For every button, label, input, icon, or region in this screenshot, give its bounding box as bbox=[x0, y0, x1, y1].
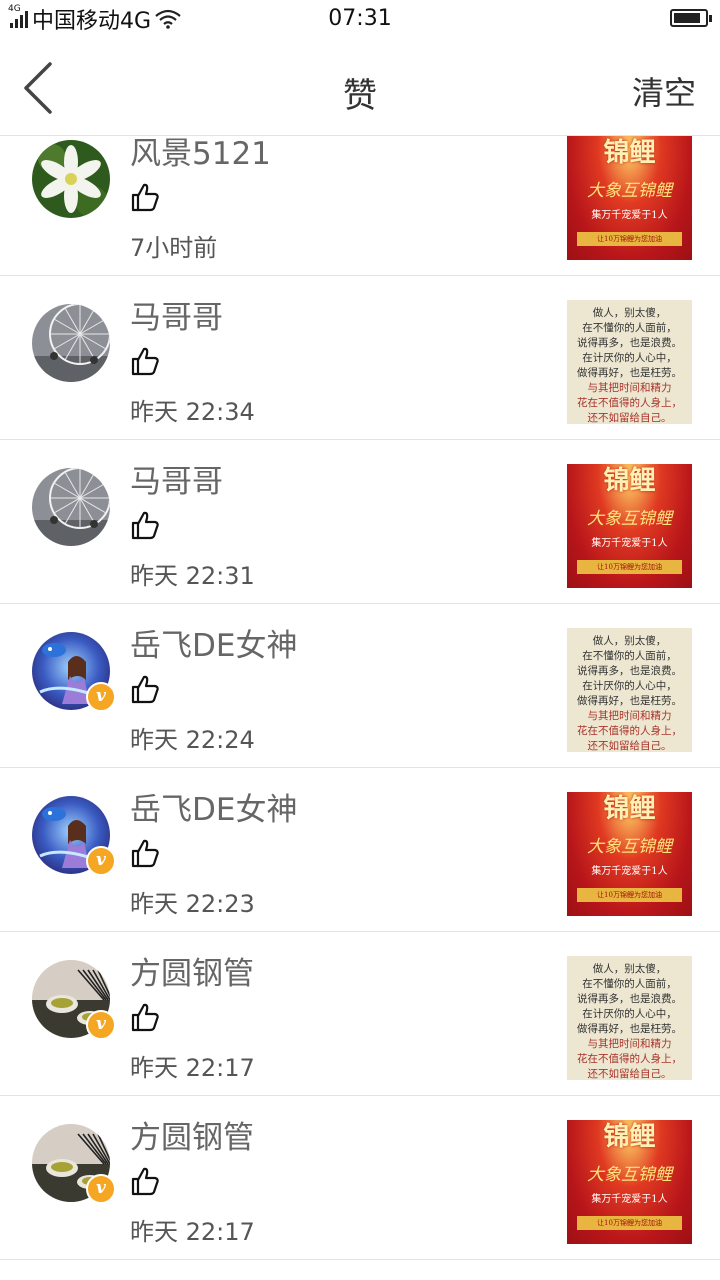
paper-card-line: 做人，别太傻， bbox=[592, 307, 667, 319]
paper-card-line: 在计厌你的人心中， bbox=[582, 352, 677, 364]
thumbs-up-icon bbox=[130, 510, 160, 540]
like-time: 昨天 22:17 bbox=[130, 1054, 255, 1082]
red-card-line-3: 集万千宠爱于1人 bbox=[591, 538, 668, 549]
red-card-line-2: 大象互锦鲤 bbox=[587, 837, 672, 857]
post-thumbnail-red-card[interactable]: 锦鲤大象互锦鲤集万千宠爱于1人让10万锦鲤为您加油 bbox=[567, 136, 692, 260]
paper-card-line: 花在不值得的人身上， bbox=[577, 1053, 682, 1065]
paper-card-line: 在不懂你的人面前， bbox=[582, 650, 677, 662]
like-row[interactable]: v 岳飞DE女神昨天 22:23 锦鲤大象互锦鲤集万千宠爱于1人让10万锦鲤为您加油 bbox=[0, 768, 720, 932]
avatar[interactable] bbox=[32, 140, 110, 218]
red-card-line-2: 大象互锦鲤 bbox=[587, 509, 672, 529]
verified-v-badge-icon: v bbox=[86, 1010, 116, 1040]
paper-card-line: 还不如留给自己。 bbox=[587, 1068, 672, 1080]
like-time: 昨天 22:24 bbox=[130, 726, 255, 754]
post-thumbnail-paper-card[interactable]: 做人，别太傻， 在不懂你的人面前， 说得再多，也是浪费。 在计厌你的人心中， 做得再好，… bbox=[567, 300, 692, 424]
paper-card-line: 做得再好，也是枉劳。 bbox=[577, 367, 682, 379]
thumbs-up-icon bbox=[130, 182, 160, 212]
avatar[interactable] bbox=[32, 468, 110, 546]
post-thumbnail-paper-card[interactable]: 做人，别太傻， 在不懂你的人面前， 说得再多，也是浪费。 在计厌你的人心中， 做得再好，… bbox=[567, 628, 692, 752]
paper-card-line: 与其把时间和精力 bbox=[587, 382, 672, 394]
clear-button[interactable]: 清空 bbox=[632, 68, 696, 114]
user-name[interactable]: 风景5121 bbox=[130, 136, 271, 173]
paper-card-line: 与其把时间和精力 bbox=[587, 1038, 672, 1050]
paper-card-line: 做人，别太傻， bbox=[592, 635, 667, 647]
post-thumbnail-red-card[interactable]: 锦鲤大象互锦鲤集万千宠爱于1人让10万锦鲤为您加油 bbox=[567, 792, 692, 916]
thumbs-up-icon bbox=[130, 838, 160, 868]
likes-list[interactable]: 风景5121 7小时前 锦鲤 大象互锦鲤 集万千宠爱于1人 让10万锦鲤为您加油 马哥哥 昨天… bbox=[0, 136, 720, 1280]
paper-card-line: 还不如留给自己。 bbox=[587, 412, 672, 424]
red-card-line-3: 集万千宠爱于1人 bbox=[591, 1194, 668, 1205]
verified-v-badge-icon: v bbox=[86, 846, 116, 876]
red-card-line-4: 让10万锦鲤为您加油 bbox=[577, 560, 682, 574]
like-row[interactable]: 马哥哥昨天 22:34 做人，别太傻， 在不懂你的人面前， 说得再多，也是浪费。 在计厌… bbox=[0, 276, 720, 440]
like-time: 昨天 22:31 bbox=[130, 562, 255, 590]
user-name[interactable]: 岳飞DE女神 bbox=[130, 620, 297, 665]
avatar[interactable] bbox=[32, 304, 110, 382]
status-time: 07:31 bbox=[328, 6, 392, 31]
user-name[interactable]: 方圆钢管 bbox=[130, 1112, 254, 1157]
paper-card-line: 做得再好，也是枉劳。 bbox=[577, 1023, 682, 1035]
like-row[interactable]: v 方圆钢管昨天 22:17 做人，别太傻， 在不懂你的人面前， 说得再多，也是浪费。在… bbox=[0, 932, 720, 1096]
paper-card-line: 说得再多，也是浪费。 bbox=[577, 993, 682, 1005]
like-time: 昨天 22:34 bbox=[130, 398, 255, 426]
like-row[interactable]: 马哥哥昨天 22:31 锦鲤大象互锦鲤集万千宠爱于1人让10万锦鲤为您加油 bbox=[0, 440, 720, 604]
red-card-line-2: 大象互锦鲤 bbox=[587, 181, 672, 201]
thumbs-up-icon bbox=[130, 1002, 160, 1032]
paper-card-line: 花在不值得的人身上， bbox=[577, 397, 682, 409]
thumbs-up-icon bbox=[130, 1166, 160, 1196]
red-card-line-3: 集万千宠爱于1人 bbox=[591, 210, 668, 221]
paper-card-line: 做得再好，也是枉劳。 bbox=[577, 695, 682, 707]
paper-card-line: 在计厌你的人心中， bbox=[582, 1008, 677, 1020]
paper-card-line: 在计厌你的人心中， bbox=[582, 680, 677, 692]
red-card-line-4: 让10万锦鲤为您加油 bbox=[577, 888, 682, 902]
status-bar: 4G 中国移动4G 07:31 bbox=[0, 0, 720, 38]
paper-card-line: 说得再多，也是浪费。 bbox=[577, 337, 682, 349]
like-time: 昨天 22:17 bbox=[130, 1218, 255, 1246]
user-name[interactable]: 岳飞DE女神 bbox=[130, 784, 297, 829]
like-row[interactable]: v 方圆钢管昨天 22:17 锦鲤大象互锦鲤集万千宠爱于1人让10万锦鲤为您加油 bbox=[0, 1096, 720, 1260]
user-name[interactable]: 马哥哥 bbox=[130, 292, 223, 337]
like-row[interactable]: v 岳飞DE女神昨天 22:24 做人，别太傻， 在不懂你的人面前， 说得再多，也是浪费… bbox=[0, 604, 720, 768]
paper-card-line: 与其把时间和精力 bbox=[587, 710, 672, 722]
red-card-line-4: 让10万锦鲤为您加油 bbox=[577, 232, 682, 246]
user-name[interactable]: 马哥哥 bbox=[130, 456, 223, 501]
nav-bar: 赞 清空 bbox=[0, 38, 720, 136]
red-card-line-4: 让10万锦鲤为您加油 bbox=[577, 1216, 682, 1230]
red-card-line-1: 锦鲤 bbox=[603, 1122, 656, 1152]
like-time: 昨天 22:23 bbox=[130, 890, 255, 918]
red-card-line-1: 锦鲤 bbox=[603, 794, 656, 824]
verified-v-badge-icon: v bbox=[86, 1174, 116, 1204]
thumbs-up-icon bbox=[130, 346, 160, 376]
red-card-line-3: 集万千宠爱于1人 bbox=[591, 866, 668, 877]
verified-v-badge-icon: v bbox=[86, 682, 116, 712]
paper-card-line: 说得再多，也是浪费。 bbox=[577, 665, 682, 677]
user-name[interactable]: 方圆钢管 bbox=[130, 948, 254, 993]
paper-card-line: 在不懂你的人面前， bbox=[582, 322, 677, 334]
red-card-line-2: 大象互锦鲤 bbox=[587, 1165, 672, 1185]
red-card-line-1: 锦鲤 bbox=[603, 138, 656, 168]
battery-icon bbox=[670, 9, 712, 27]
paper-card-line: 还不如留给自己。 bbox=[587, 740, 672, 752]
paper-card-line: 在不懂你的人面前， bbox=[582, 978, 677, 990]
page-title: 赞 bbox=[343, 76, 377, 116]
post-thumbnail-red-card[interactable]: 锦鲤大象互锦鲤集万千宠爱于1人让10万锦鲤为您加油 bbox=[567, 1120, 692, 1244]
thumbs-up-icon bbox=[130, 674, 160, 704]
paper-card-line: 花在不值得的人身上， bbox=[577, 725, 682, 737]
post-thumbnail-red-card[interactable]: 锦鲤大象互锦鲤集万千宠爱于1人让10万锦鲤为您加油 bbox=[567, 464, 692, 588]
post-thumbnail-paper-card[interactable]: 做人，别太傻， 在不懂你的人面前， 说得再多，也是浪费。 在计厌你的人心中， 做得再好，… bbox=[567, 956, 692, 1080]
like-row[interactable]: 风景5121 7小时前 锦鲤大象互锦鲤集万千宠爱于1人让10万锦鲤为您加油 bbox=[0, 136, 720, 276]
paper-card-line: 做人，别太傻， bbox=[592, 963, 667, 975]
red-card-line-1: 锦鲤 bbox=[603, 466, 656, 496]
like-time: 7小时前 bbox=[130, 234, 218, 262]
